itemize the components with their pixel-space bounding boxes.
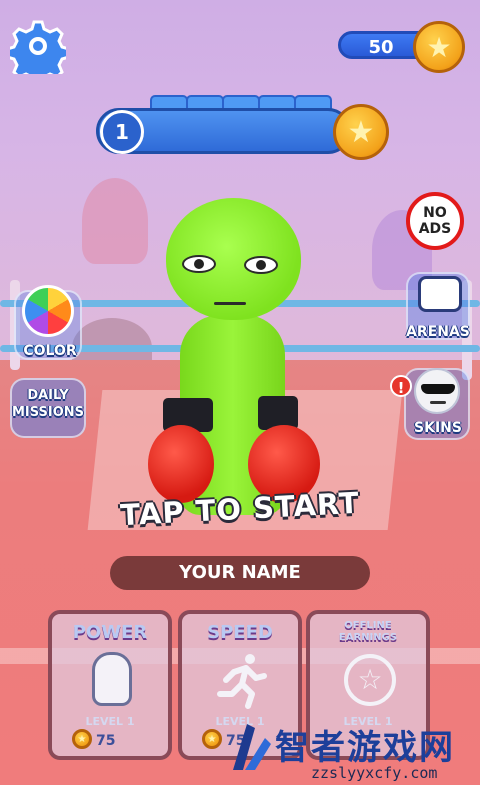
coin-star-icon: ★ bbox=[413, 21, 465, 73]
upgrade-title: SPEED bbox=[207, 622, 273, 643]
upgrade-title: OFFLINE EARNINGS bbox=[338, 620, 398, 643]
upgrade-cost: 75 bbox=[96, 733, 116, 749]
boxing-glove-icon bbox=[92, 652, 132, 706]
spectator-cowboy bbox=[82, 178, 148, 264]
character-pupil bbox=[256, 260, 266, 270]
watermark: 智者游戏网 zzslyyxcfy.com bbox=[225, 718, 480, 785]
watermark-brand: 智者游戏网 bbox=[275, 728, 455, 768]
character-mouth bbox=[214, 302, 246, 305]
no-ads-label-line2: ADS bbox=[418, 221, 452, 237]
color-wheel-icon bbox=[22, 285, 74, 337]
arenas-button-label: ARENAS bbox=[406, 324, 470, 340]
skins-alert-badge: ! bbox=[390, 375, 412, 397]
character-pupil bbox=[194, 259, 204, 269]
upgrade-title: POWER bbox=[72, 622, 148, 643]
coin-star-icon: ★ bbox=[202, 729, 222, 749]
no-ads-label-line1: NO bbox=[423, 205, 447, 221]
player-level: 1 bbox=[100, 110, 144, 154]
skins-button-label: SKINS bbox=[414, 420, 462, 436]
running-man-icon bbox=[217, 654, 267, 709]
upgrade-level: LEVEL 1 bbox=[85, 715, 135, 728]
player-name-field[interactable]: YOUR NAME bbox=[110, 556, 370, 590]
level-reward-coin-icon: ★ bbox=[333, 104, 389, 160]
sunglasses-face-icon bbox=[414, 368, 460, 414]
settings-gear-icon[interactable] bbox=[5, 18, 71, 86]
boxing-glove-left-icon bbox=[148, 425, 214, 503]
watermark-url: zzslyyxcfy.com bbox=[311, 764, 438, 782]
upgrade-card-power[interactable]: POWER LEVEL 1 ★ 75 bbox=[48, 610, 172, 760]
arena-ring-icon bbox=[418, 276, 462, 312]
color-button-label: COLOR bbox=[23, 343, 77, 359]
coin-star-icon: ★ bbox=[72, 729, 92, 749]
daily-missions-label-line2: MISSIONS bbox=[11, 405, 85, 420]
daily-missions-label-line1: DAILY bbox=[27, 388, 69, 403]
watermark-logo-icon bbox=[233, 724, 271, 770]
star-coin-icon: ☆ bbox=[344, 654, 396, 706]
no-ads-button[interactable]: NO ADS bbox=[406, 192, 464, 250]
